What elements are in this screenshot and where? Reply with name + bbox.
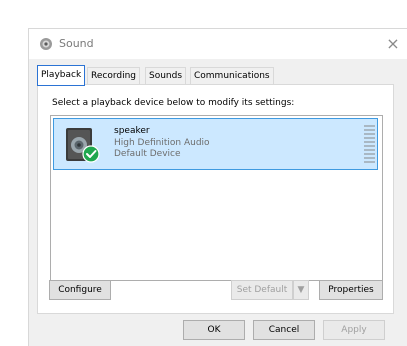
configure-button[interactable]: Configure <box>49 280 111 300</box>
cancel-button[interactable]: Cancel <box>253 320 315 340</box>
tab-playback[interactable]: Playback <box>37 65 86 86</box>
device-description: High Definition Audio <box>114 138 210 148</box>
sound-app-icon <box>40 38 52 50</box>
instruction-text: Select a playback device below to modify… <box>52 98 295 108</box>
device-list[interactable]: speaker High Definition Audio Default De… <box>50 115 383 281</box>
speaker-icon <box>66 128 100 163</box>
ok-button[interactable]: OK <box>183 320 245 340</box>
close-button[interactable]: × <box>378 29 407 59</box>
device-name: speaker <box>114 126 150 136</box>
device-item-speaker[interactable]: speaker High Definition Audio Default De… <box>53 118 378 170</box>
apply-button[interactable]: Apply <box>323 320 385 340</box>
sound-dialog: Sound × Playback Recording Sounds Commun… <box>28 28 407 346</box>
tab-sounds[interactable]: Sounds <box>145 67 187 84</box>
default-check-icon <box>82 145 100 163</box>
title-bar[interactable]: Sound × <box>29 29 407 59</box>
set-default-button[interactable]: Set Default <box>231 280 293 300</box>
tab-recording[interactable]: Recording <box>87 67 141 84</box>
tab-communications[interactable]: Communications <box>190 67 274 84</box>
window-title: Sound <box>59 37 94 50</box>
volume-level-meter <box>364 125 375 165</box>
properties-button[interactable]: Properties <box>319 280 383 300</box>
device-status: Default Device <box>114 149 181 159</box>
set-default-dropdown-icon[interactable]: ▼ <box>293 280 309 300</box>
